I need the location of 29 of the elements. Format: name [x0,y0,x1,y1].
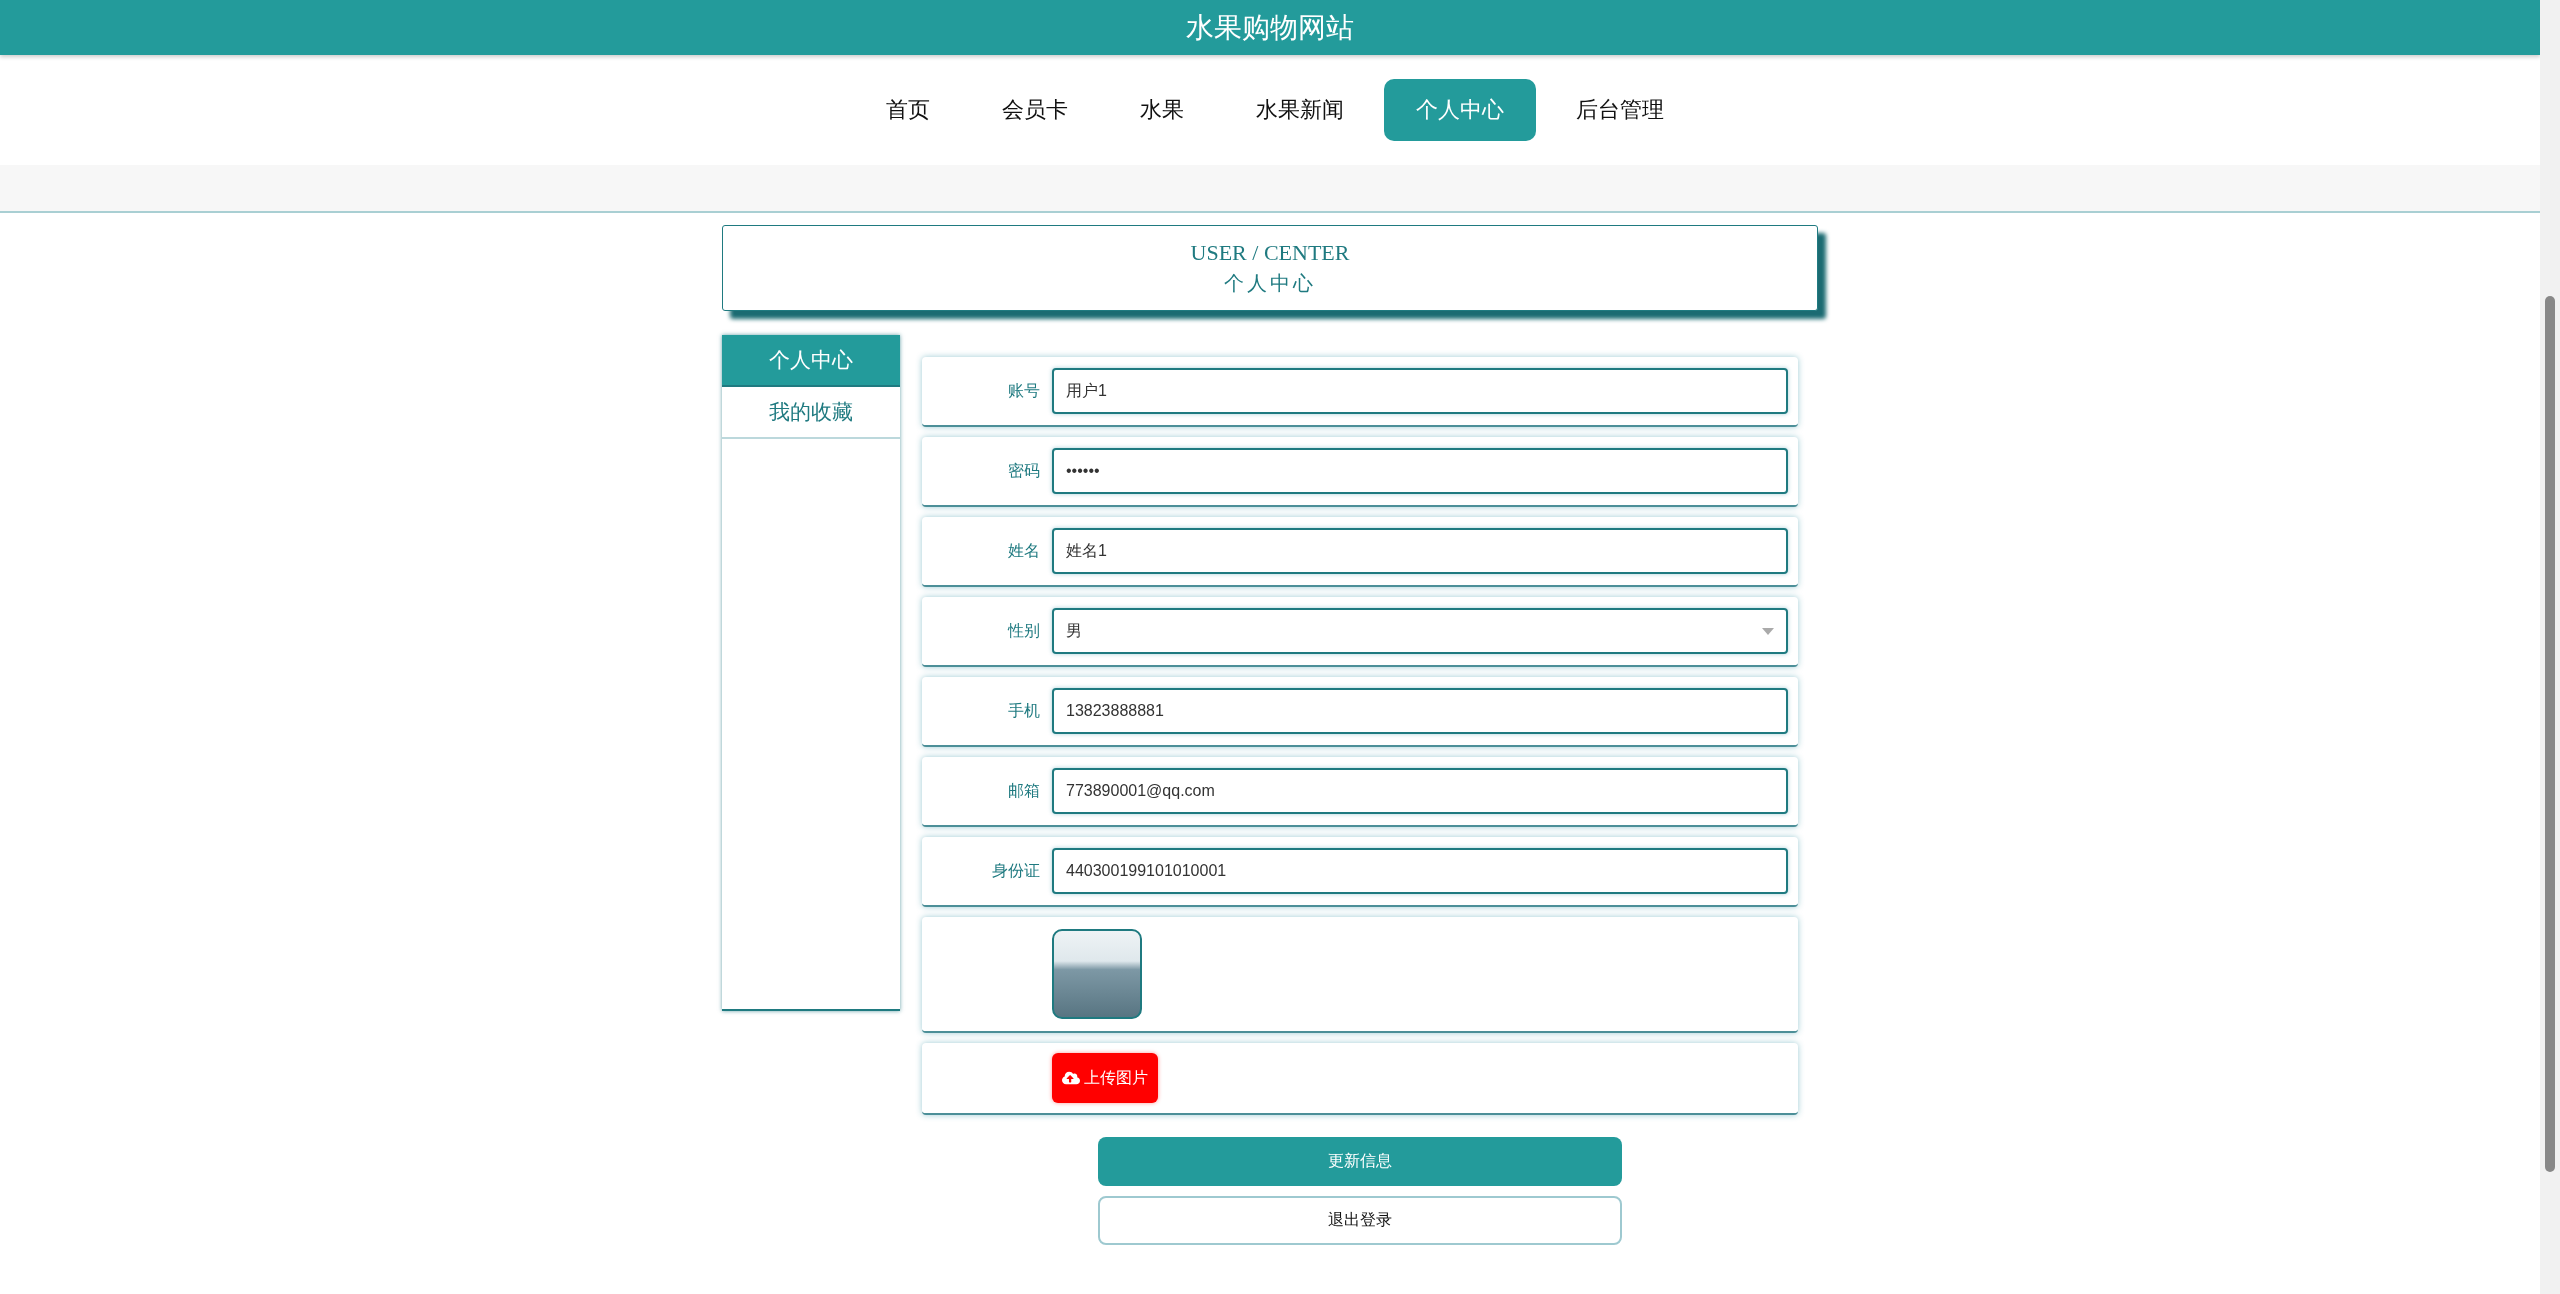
scrollbar-thumb[interactable] [2545,296,2555,1172]
input-field[interactable]: 用户1 [1052,368,1788,414]
field-label: 密码 [1007,460,1041,481]
field-label: 手机 [1007,700,1041,721]
nav-tab[interactable]: 水果 [1108,79,1216,141]
nav-tab[interactable]: 首页 [854,79,962,141]
heading-chinese: 个人中心 [1224,270,1316,296]
field-label: 性别 [1006,620,1041,641]
heading-english: USER / CENTER [1190,239,1350,266]
input-field[interactable]: 440300199101010001 [1052,848,1788,894]
cloud-upload-icon [1062,1069,1080,1087]
select-field[interactable]: 男 [1052,608,1788,654]
input-field[interactable]: 773890001@qq.com [1052,768,1788,814]
input-field[interactable]: 姓名1 [1052,528,1788,574]
field-label: 身份证 [991,860,1041,881]
logout-button[interactable]: 退出登录 [1098,1196,1622,1245]
caret-icon [1762,627,1774,635]
input-field[interactable]: •••••• [1052,448,1788,494]
scrollbar[interactable] [2540,0,2560,1294]
field-label: 账号 [1007,380,1041,401]
input-field[interactable]: 13823888881 [1052,688,1788,734]
sidebar-item[interactable]: 我的收藏 [722,387,900,439]
site-title: 水果购物网站 [1186,10,1354,45]
field-label: 姓名 [1007,540,1041,561]
upload-button[interactable]: 上传图片 [1052,1053,1158,1103]
field-label: 邮箱 [1007,780,1041,801]
nav-tab[interactable]: 后台管理 [1544,79,1696,141]
nav-tab[interactable]: 会员卡 [970,79,1100,141]
nav-tab[interactable]: 水果新闻 [1224,79,1376,141]
